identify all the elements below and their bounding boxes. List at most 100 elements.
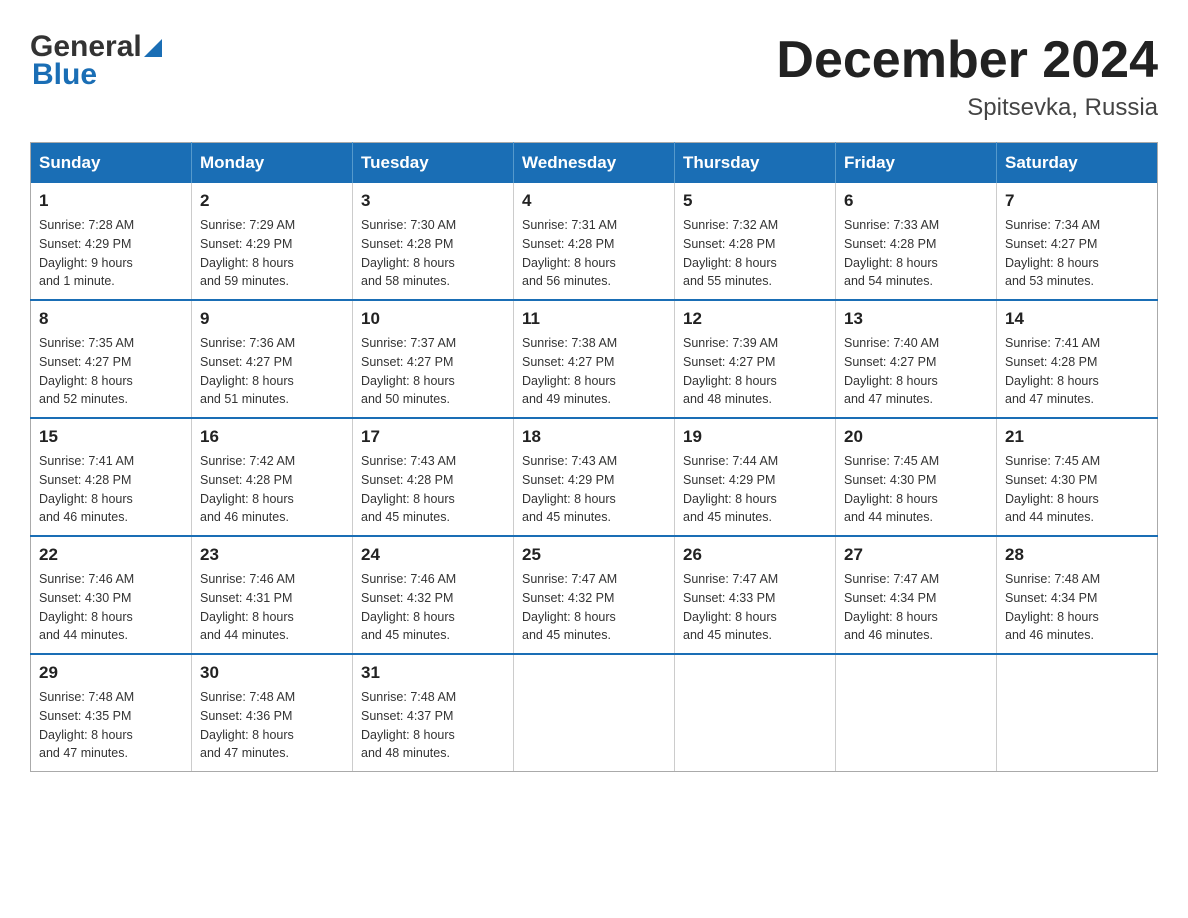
calendar-cell: 10Sunrise: 7:37 AMSunset: 4:27 PMDayligh…	[353, 300, 514, 418]
day-info: Sunrise: 7:43 AMSunset: 4:29 PMDaylight:…	[522, 452, 666, 527]
day-info: Sunrise: 7:43 AMSunset: 4:28 PMDaylight:…	[361, 452, 505, 527]
calendar-cell: 4 Sunrise: 7:31 AMSunset: 4:28 PMDaylight…	[514, 183, 675, 300]
day-number: 11	[522, 309, 666, 329]
calendar-cell: 7 Sunrise: 7:34 AMSunset: 4:27 PMDaylight…	[997, 183, 1158, 300]
calendar-cell	[836, 654, 997, 772]
calendar-cell: 25 Sunrise: 7:47 AMSunset: 4:32 PMDayligh…	[514, 536, 675, 654]
location-subtitle: Spitsevka, Russia	[776, 94, 1158, 122]
calendar-cell: 23 Sunrise: 7:46 AMSunset: 4:31 PMDayligh…	[192, 536, 353, 654]
calendar-cell: 22Sunrise: 7:46 AMSunset: 4:30 PMDayligh…	[31, 536, 192, 654]
calendar-week-row: 1Sunrise: 7:28 AMSunset: 4:29 PMDaylight…	[31, 183, 1158, 300]
day-number: 15	[39, 427, 183, 447]
day-number: 28	[1005, 545, 1149, 565]
weekday-header-tuesday: Tuesday	[353, 143, 514, 184]
calendar-cell: 21Sunrise: 7:45 AMSunset: 4:30 PMDayligh…	[997, 418, 1158, 536]
weekday-header-friday: Friday	[836, 143, 997, 184]
calendar-cell: 17 Sunrise: 7:43 AMSunset: 4:28 PMDayligh…	[353, 418, 514, 536]
day-info: Sunrise: 7:42 AMSunset: 4:28 PMDaylight:…	[200, 452, 344, 527]
weekday-header-thursday: Thursday	[675, 143, 836, 184]
weekday-header-monday: Monday	[192, 143, 353, 184]
calendar-cell: 19Sunrise: 7:44 AMSunset: 4:29 PMDayligh…	[675, 418, 836, 536]
day-number: 25	[522, 545, 666, 565]
day-info: Sunrise: 7:34 AMSunset: 4:27 PMDaylight:…	[1005, 216, 1149, 291]
day-number: 12	[683, 309, 827, 329]
calendar-cell: 18 Sunrise: 7:43 AMSunset: 4:29 PMDayligh…	[514, 418, 675, 536]
logo: General Blue	[30, 30, 162, 92]
day-info: Sunrise: 7:41 AMSunset: 4:28 PMDaylight:…	[1005, 334, 1149, 409]
day-number: 26	[683, 545, 827, 565]
calendar-cell	[514, 654, 675, 772]
calendar-cell: 31Sunrise: 7:48 AMSunset: 4:37 PMDayligh…	[353, 654, 514, 772]
day-number: 7	[1005, 191, 1149, 211]
day-number: 20	[844, 427, 988, 447]
day-number: 30	[200, 663, 344, 683]
day-number: 27	[844, 545, 988, 565]
calendar-week-row: 15 Sunrise: 7:41 AMSunset: 4:28 PMDayligh…	[31, 418, 1158, 536]
day-number: 13	[844, 309, 988, 329]
calendar-cell: 16 Sunrise: 7:42 AMSunset: 4:28 PMDayligh…	[192, 418, 353, 536]
calendar-cell: 28 Sunrise: 7:48 AMSunset: 4:34 PMDayligh…	[997, 536, 1158, 654]
day-number: 17	[361, 427, 505, 447]
weekday-header-wednesday: Wednesday	[514, 143, 675, 184]
day-number: 10	[361, 309, 505, 329]
calendar-cell	[675, 654, 836, 772]
calendar-cell: 20 Sunrise: 7:45 AMSunset: 4:30 PMDayligh…	[836, 418, 997, 536]
day-number: 4	[522, 191, 666, 211]
weekday-header-sunday: Sunday	[31, 143, 192, 184]
day-info: Sunrise: 7:30 AMSunset: 4:28 PMDaylight:…	[361, 216, 505, 291]
day-info: Sunrise: 7:31 AMSunset: 4:28 PMDaylight:…	[522, 216, 666, 291]
day-info: Sunrise: 7:47 AMSunset: 4:32 PMDaylight:…	[522, 570, 666, 645]
calendar-cell: 29 Sunrise: 7:48 AMSunset: 4:35 PMDayligh…	[31, 654, 192, 772]
calendar-cell: 6 Sunrise: 7:33 AMSunset: 4:28 PMDaylight…	[836, 183, 997, 300]
weekday-header-saturday: Saturday	[997, 143, 1158, 184]
day-info: Sunrise: 7:36 AMSunset: 4:27 PMDaylight:…	[200, 334, 344, 409]
day-info: Sunrise: 7:45 AMSunset: 4:30 PMDaylight:…	[844, 452, 988, 527]
calendar-table: SundayMondayTuesdayWednesdayThursdayFrid…	[30, 142, 1158, 772]
day-number: 5	[683, 191, 827, 211]
day-info: Sunrise: 7:46 AMSunset: 4:30 PMDaylight:…	[39, 570, 183, 645]
calendar-cell: 11 Sunrise: 7:38 AMSunset: 4:27 PMDayligh…	[514, 300, 675, 418]
calendar-cell: 1Sunrise: 7:28 AMSunset: 4:29 PMDaylight…	[31, 183, 192, 300]
day-number: 18	[522, 427, 666, 447]
day-number: 16	[200, 427, 344, 447]
day-number: 9	[200, 309, 344, 329]
day-info: Sunrise: 7:47 AMSunset: 4:34 PMDaylight:…	[844, 570, 988, 645]
calendar-cell: 27 Sunrise: 7:47 AMSunset: 4:34 PMDayligh…	[836, 536, 997, 654]
day-number: 19	[683, 427, 827, 447]
day-info: Sunrise: 7:29 AMSunset: 4:29 PMDaylight:…	[200, 216, 344, 291]
calendar-header-row: SundayMondayTuesdayWednesdayThursdayFrid…	[31, 143, 1158, 184]
day-number: 24	[361, 545, 505, 565]
calendar-cell: 8 Sunrise: 7:35 AMSunset: 4:27 PMDaylight…	[31, 300, 192, 418]
day-info: Sunrise: 7:33 AMSunset: 4:28 PMDaylight:…	[844, 216, 988, 291]
day-number: 8	[39, 309, 183, 329]
day-info: Sunrise: 7:35 AMSunset: 4:27 PMDaylight:…	[39, 334, 183, 409]
day-info: Sunrise: 7:48 AMSunset: 4:34 PMDaylight:…	[1005, 570, 1149, 645]
day-number: 23	[200, 545, 344, 565]
calendar-week-row: 8 Sunrise: 7:35 AMSunset: 4:27 PMDaylight…	[31, 300, 1158, 418]
day-number: 6	[844, 191, 988, 211]
day-info: Sunrise: 7:46 AMSunset: 4:32 PMDaylight:…	[361, 570, 505, 645]
day-info: Sunrise: 7:32 AMSunset: 4:28 PMDaylight:…	[683, 216, 827, 291]
logo-blue-text: Blue	[32, 58, 97, 92]
day-number: 29	[39, 663, 183, 683]
day-info: Sunrise: 7:48 AMSunset: 4:35 PMDaylight:…	[39, 688, 183, 763]
calendar-cell: 5 Sunrise: 7:32 AMSunset: 4:28 PMDaylight…	[675, 183, 836, 300]
calendar-cell: 12Sunrise: 7:39 AMSunset: 4:27 PMDayligh…	[675, 300, 836, 418]
calendar-cell: 13 Sunrise: 7:40 AMSunset: 4:27 PMDayligh…	[836, 300, 997, 418]
day-number: 14	[1005, 309, 1149, 329]
calendar-cell: 24 Sunrise: 7:46 AMSunset: 4:32 PMDayligh…	[353, 536, 514, 654]
calendar-cell: 14 Sunrise: 7:41 AMSunset: 4:28 PMDayligh…	[997, 300, 1158, 418]
title-area: December 2024 Spitsevka, Russia	[776, 30, 1158, 122]
calendar-week-row: 29 Sunrise: 7:48 AMSunset: 4:35 PMDayligh…	[31, 654, 1158, 772]
calendar-cell	[997, 654, 1158, 772]
day-number: 2	[200, 191, 344, 211]
day-info: Sunrise: 7:47 AMSunset: 4:33 PMDaylight:…	[683, 570, 827, 645]
day-info: Sunrise: 7:41 AMSunset: 4:28 PMDaylight:…	[39, 452, 183, 527]
day-info: Sunrise: 7:40 AMSunset: 4:27 PMDaylight:…	[844, 334, 988, 409]
calendar-cell: 9 Sunrise: 7:36 AMSunset: 4:27 PMDaylight…	[192, 300, 353, 418]
day-number: 1	[39, 191, 183, 211]
day-number: 31	[361, 663, 505, 683]
day-info: Sunrise: 7:46 AMSunset: 4:31 PMDaylight:…	[200, 570, 344, 645]
day-info: Sunrise: 7:38 AMSunset: 4:27 PMDaylight:…	[522, 334, 666, 409]
logo-triangle-icon	[144, 39, 162, 57]
